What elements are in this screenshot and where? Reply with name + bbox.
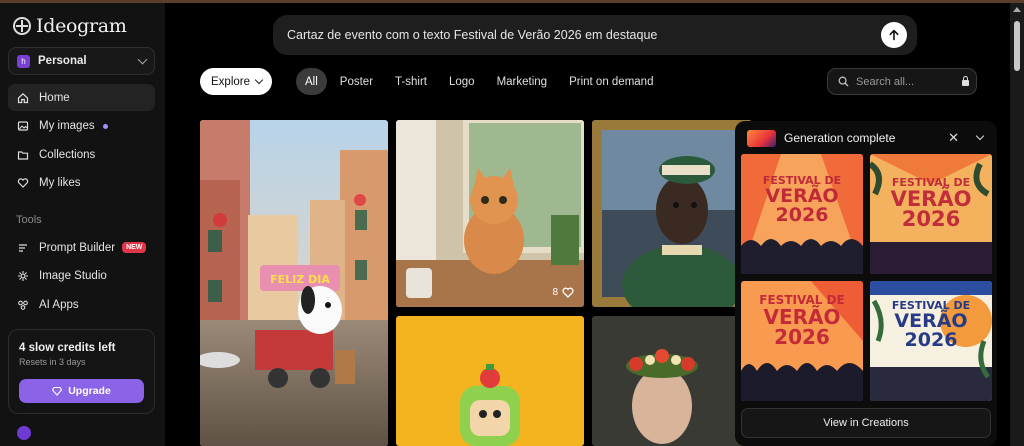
gallery-image-woman-flowers[interactable]: [592, 316, 752, 446]
new-badge: NEW: [122, 242, 147, 253]
tools-nav: Prompt Builder NEW Image Studio AI Apps: [8, 234, 155, 320]
credits-title: 4 slow credits left: [19, 342, 116, 354]
sidebar-item-label: My likes: [39, 177, 81, 189]
sidebar-item-image-studio[interactable]: Image Studio: [8, 263, 155, 290]
character-illustration: [396, 316, 584, 446]
arrow-up-icon: [889, 29, 899, 41]
image-studio-icon: [17, 270, 29, 282]
generated-poster-1[interactable]: FESTIVAL DE VERÃO 2026: [741, 154, 863, 274]
sidebar-item-prompt-builder[interactable]: Prompt Builder NEW: [8, 234, 155, 261]
generated-poster-3[interactable]: FESTIVAL DE VERÃO 2026: [741, 281, 863, 401]
workspace-label: Personal: [38, 55, 87, 67]
like-count: 8: [552, 287, 558, 298]
diamond-icon: [52, 386, 63, 396]
page-scrollbar[interactable]: [1010, 3, 1024, 446]
sidebar-item-home[interactable]: Home: [8, 84, 155, 111]
street-cafe-illustration: FELIZ DIA: [200, 120, 388, 446]
poster-line-3: 2026: [901, 207, 961, 231]
explore-label: Explore: [211, 75, 250, 88]
sidebar-item-collections[interactable]: Collections: [8, 141, 155, 168]
sidebar-item-label: AI Apps: [39, 298, 79, 311]
chevron-down-icon[interactable]: [975, 131, 985, 141]
poster-line-3: 2026: [904, 329, 958, 351]
prompt-builder-icon: [17, 242, 29, 254]
generated-poster-2[interactable]: FESTIVAL DE VERÃO 2026: [870, 154, 992, 274]
sidebar-item-ai-apps[interactable]: AI Apps: [8, 291, 155, 318]
prompt-bar[interactable]: Cartaz de evento com o texto Festival de…: [273, 15, 917, 55]
workspace-avatar: h: [17, 54, 30, 68]
gallery-image-character[interactable]: [396, 316, 584, 446]
filter-chip-poster[interactable]: Poster: [331, 68, 382, 95]
filter-chip-logo[interactable]: Logo: [440, 68, 484, 95]
panel-title: Generation complete: [784, 131, 896, 145]
search-box[interactable]: Search all...: [827, 68, 977, 95]
scrollbar-thumb[interactable]: [1014, 21, 1020, 71]
gallery-image-street-cafe[interactable]: FELIZ DIA: [200, 120, 388, 446]
generation-thumbnail[interactable]: [747, 129, 776, 147]
brand-name: Ideogram: [36, 15, 127, 37]
poster-line-3: 2026: [774, 325, 830, 349]
user-avatar[interactable]: [17, 426, 31, 440]
chevron-down-icon: [254, 75, 264, 85]
filter-chip-all[interactable]: All: [296, 68, 327, 95]
sidebar-item-my-likes[interactable]: My likes: [8, 170, 155, 197]
brand-logo[interactable]: Ideogram: [13, 15, 127, 37]
main-nav: Home My images Collections My likes: [8, 84, 155, 198]
ideogram-logo-icon: [13, 17, 31, 35]
credits-card: 4 slow credits left Resets in 3 days Upg…: [8, 329, 155, 414]
like-counter[interactable]: 8: [552, 287, 574, 298]
upgrade-label: Upgrade: [68, 385, 111, 397]
credits-reset-text: Resets in 3 days: [19, 357, 86, 367]
explore-dropdown[interactable]: Explore: [200, 68, 272, 95]
gallery-image-cat[interactable]: 8: [396, 120, 584, 307]
close-icon[interactable]: ✕: [948, 130, 959, 146]
sidebar-item-label: Collections: [39, 148, 96, 161]
heart-icon: [17, 177, 29, 189]
prompt-text[interactable]: Cartaz de evento com o texto Festival de…: [287, 28, 657, 42]
cafe-sign-text: FELIZ DIA: [270, 273, 330, 286]
tools-heading: Tools: [16, 214, 42, 226]
poster-line-2: VERÃO: [763, 305, 841, 329]
sidebar-item-label: Home: [39, 91, 70, 104]
dog-portrait-illustration: [592, 120, 752, 307]
new-content-dot: [102, 123, 108, 129]
sidebar-item-label: Prompt Builder: [39, 241, 116, 254]
poster-line-2: VERÃO: [765, 185, 839, 207]
search-input[interactable]: Search all...: [856, 76, 955, 88]
poster-line-3: 2026: [775, 204, 829, 226]
woman-flowers-illustration: [592, 316, 752, 446]
sidebar-item-my-images[interactable]: My images: [8, 113, 155, 140]
images-icon: [17, 120, 29, 132]
workspace-selector[interactable]: h Personal: [8, 47, 155, 75]
scroll-up-icon[interactable]: [1013, 7, 1021, 12]
folder-icon: [17, 149, 29, 161]
filter-bar: Explore All Poster T-shirt Logo Marketin…: [200, 68, 666, 95]
panel-header: Generation complete ✕: [747, 128, 987, 148]
filter-chip-tshirt[interactable]: T-shirt: [386, 68, 436, 95]
home-icon: [17, 92, 29, 104]
upgrade-button[interactable]: Upgrade: [19, 379, 144, 403]
generated-poster-4[interactable]: FESTIVAL DE VERÃO 2026: [870, 281, 992, 401]
sidebar-item-label: My images: [39, 120, 95, 132]
sidebar-item-label: Image Studio: [39, 270, 107, 282]
poster-line-2: VERÃO: [894, 310, 968, 332]
filter-chip-print-on-demand[interactable]: Print on demand: [560, 68, 662, 95]
search-icon: [838, 76, 849, 87]
lock-icon: [962, 76, 969, 86]
cat-illustration: [396, 120, 584, 307]
submit-prompt-button[interactable]: [881, 22, 907, 48]
sidebar: Ideogram h Personal Home My images Colle…: [0, 3, 165, 446]
view-in-creations-button[interactable]: View in Creations: [741, 408, 991, 438]
heart-icon: [562, 287, 574, 298]
chevron-down-icon: [137, 54, 148, 64]
filter-chip-marketing[interactable]: Marketing: [488, 68, 557, 95]
generation-complete-panel: Generation complete ✕ FESTIVAL DE VERÃO …: [735, 121, 997, 446]
ai-apps-icon: [17, 299, 29, 311]
gallery-image-dog-portrait[interactable]: [592, 120, 752, 307]
